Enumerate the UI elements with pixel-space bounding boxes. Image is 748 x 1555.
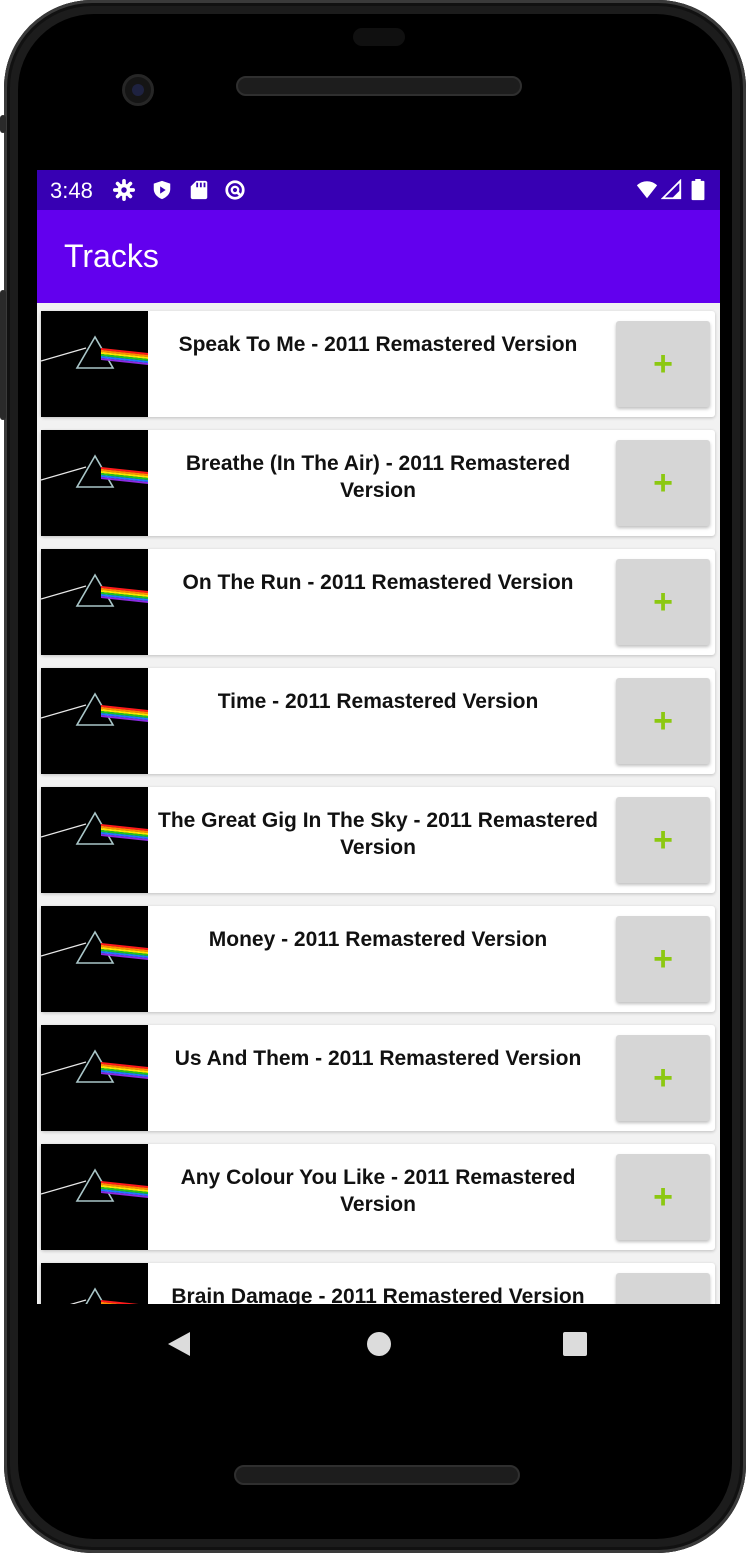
album-art — [40, 430, 148, 536]
track-title: Brain Damage - 2011 Remastered Version — [171, 1285, 585, 1304]
track-row[interactable]: On The Run - 2011 Remastered Version + — [40, 549, 715, 655]
side-button-top — [0, 115, 6, 133]
track-row[interactable]: Money - 2011 Remastered Version + — [40, 906, 715, 1012]
add-track-button[interactable]: + — [616, 321, 710, 407]
home-icon[interactable] — [363, 1328, 395, 1360]
status-time: 3:48 — [50, 178, 93, 203]
proximity-sensor — [353, 28, 405, 46]
track-row[interactable]: Time - 2011 Remastered Version + — [40, 668, 715, 774]
navigation-bar — [37, 1304, 720, 1384]
add-track-button[interactable]: + — [616, 1154, 710, 1240]
add-track-button[interactable]: + — [616, 559, 710, 645]
shield-icon — [153, 180, 171, 200]
track-title: Breathe (In The Air) - 2011 Remastered V… — [185, 452, 571, 502]
front-camera-icon — [122, 74, 154, 106]
track-row[interactable]: Us And Them - 2011 Remastered Version + — [40, 1025, 715, 1131]
add-track-button[interactable]: + — [616, 678, 710, 764]
track-title: Any Colour You Like - 2011 Remastered Ve… — [180, 1166, 576, 1216]
album-art — [40, 668, 148, 774]
app-screen: 3:48 Tracks Speak To Me - 2011 Remastere… — [37, 170, 720, 1304]
battery-icon — [691, 179, 705, 201]
album-art — [40, 1144, 148, 1250]
album-art — [41, 1263, 148, 1304]
app-bar: Tracks — [37, 210, 720, 303]
signal-icon — [661, 179, 682, 200]
status-bar: 3:48 — [37, 170, 720, 210]
track-title: Us And Them - 2011 Remastered Version — [174, 1047, 582, 1070]
back-icon[interactable] — [164, 1328, 196, 1360]
track-title: Time - 2011 Remastered Version — [217, 690, 539, 713]
add-track-button[interactable]: + — [616, 1273, 710, 1304]
track-row[interactable]: Speak To Me - 2011 Remastered Version + — [40, 311, 715, 417]
page-title: Tracks — [64, 238, 159, 274]
add-track-button[interactable]: + — [616, 916, 710, 1002]
track-row[interactable]: The Great Gig In The Sky - 2011 Remaster… — [40, 787, 715, 893]
track-title: Money - 2011 Remastered Version — [208, 928, 548, 951]
track-title: Speak To Me - 2011 Remastered Version — [178, 333, 578, 356]
add-track-button[interactable]: + — [616, 440, 710, 526]
track-row[interactable]: Breathe (In The Air) - 2011 Remastered V… — [40, 430, 715, 536]
earpiece-speaker — [236, 76, 522, 96]
track-row[interactable]: Brain Damage - 2011 Remastered Version + — [41, 1263, 715, 1304]
album-art — [40, 906, 148, 1012]
sd-card-icon — [190, 180, 208, 200]
album-art — [40, 311, 148, 417]
track-title: On The Run - 2011 Remastered Version — [182, 571, 574, 594]
add-track-button[interactable]: + — [616, 797, 710, 883]
side-button-volume — [0, 290, 6, 420]
track-title: The Great Gig In The Sky - 2011 Remaster… — [158, 809, 599, 859]
recents-icon[interactable] — [559, 1328, 591, 1360]
wifi-icon — [636, 181, 658, 199]
album-art — [40, 1025, 148, 1131]
album-art — [40, 787, 148, 893]
add-track-button[interactable]: + — [616, 1035, 710, 1121]
track-row[interactable]: Any Colour You Like - 2011 Remastered Ve… — [40, 1144, 715, 1250]
gear-icon — [113, 179, 135, 201]
at-sign-icon — [225, 180, 245, 200]
bottom-speaker — [234, 1465, 520, 1485]
album-art — [40, 549, 148, 655]
